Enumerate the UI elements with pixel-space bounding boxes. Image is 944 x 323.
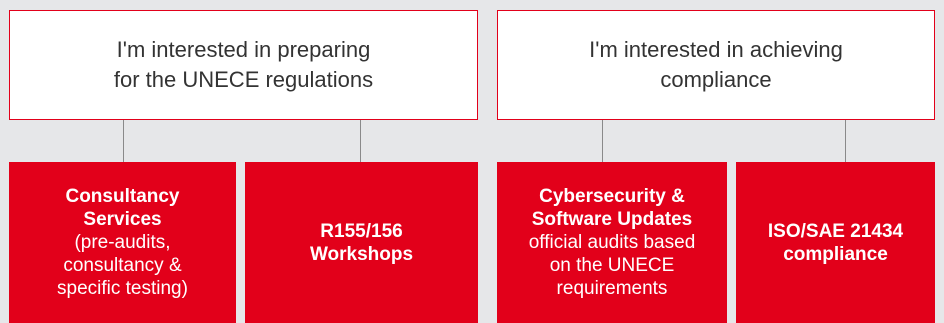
card-title-line: Cybersecurity & (539, 186, 685, 207)
achieve-compliance-box: I'm interested in achieving compliance (497, 10, 935, 120)
card-title-line: R155/156 (320, 220, 403, 242)
card-desc-line: (pre-audits, (74, 232, 171, 253)
card-desc-line: consultancy & (63, 255, 182, 276)
consultancy-services-card: Consultancy Services (pre-audits, consul… (9, 162, 236, 323)
card-title-line: compliance (783, 243, 888, 265)
connector-line-cybersecurity (602, 120, 603, 162)
connector-line-consultancy (123, 120, 124, 162)
connector-line-workshops (360, 120, 361, 162)
card-desc-line: specific testing) (57, 278, 188, 299)
connector-line-iso (845, 120, 846, 162)
card-desc-line: requirements (556, 278, 668, 299)
prepare-line-1: I'm interested in preparing (116, 37, 371, 62)
workshops-card: R155/156 Workshops (245, 162, 478, 323)
cybersecurity-audits-card: Cybersecurity & Software Updates officia… (497, 162, 727, 323)
iso-sae-compliance-card: ISO/SAE 21434 compliance (736, 162, 935, 323)
card-title-line: Consultancy (65, 186, 180, 207)
card-title-line: Workshops (309, 243, 414, 265)
card-desc-line: official audits based (528, 232, 696, 253)
prepare-regulations-box: I'm interested in preparing for the UNEC… (9, 10, 478, 120)
card-title-line: Software Updates (531, 209, 693, 230)
prepare-line-2: for the UNECE regulations (113, 67, 374, 92)
card-title-line: ISO/SAE 21434 (767, 220, 904, 242)
compliance-line-1: I'm interested in achieving (589, 37, 843, 62)
compliance-line-2: compliance (660, 67, 772, 92)
card-title-line: Services (83, 209, 162, 230)
card-desc-line: on the UNECE (549, 255, 675, 276)
